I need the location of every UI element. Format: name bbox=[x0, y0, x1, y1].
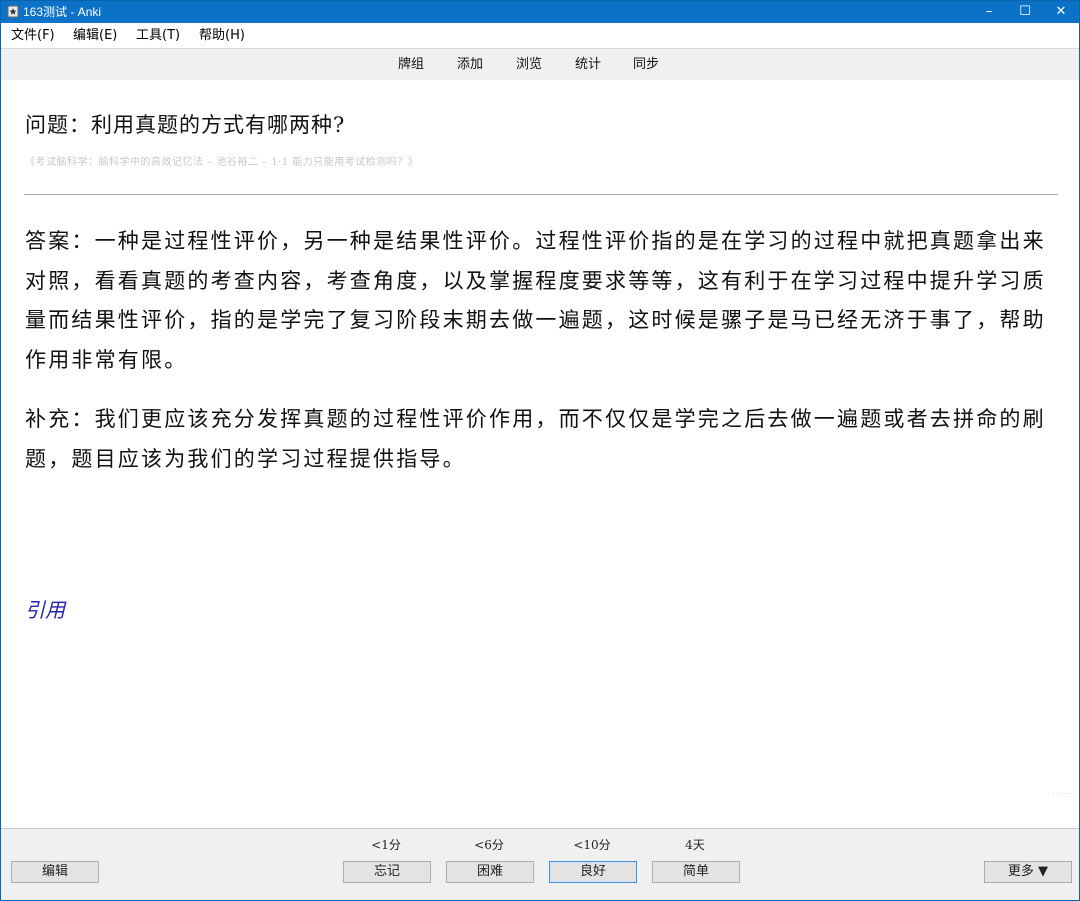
menu-help[interactable]: 帮助(H) bbox=[199, 27, 245, 45]
toolbar-browse[interactable]: 浏览 bbox=[516, 57, 542, 73]
toolbar-stats[interactable]: 统计 bbox=[575, 57, 601, 73]
main-toolbar: 牌组 添加 浏览 统计 同步 bbox=[1, 48, 1079, 81]
anki-app-icon bbox=[7, 5, 19, 18]
more-button[interactable]: 更多 ▼ bbox=[984, 861, 1072, 883]
card-view: 问题：利用真题的方式有哪两种? 《考试脑科学：脑科学中的高效记忆法 – 池谷裕二… bbox=[1, 80, 1079, 828]
minimize-button[interactable]: – bbox=[972, 1, 1006, 23]
resize-grip[interactable]: ..... bbox=[1052, 787, 1071, 797]
card-source: 《考试脑科学：脑科学中的高效记忆法 – 池谷裕二 – 1·1 能力只能用考试检测… bbox=[25, 157, 419, 168]
cite-link[interactable]: 引用 bbox=[25, 597, 65, 623]
menu-bar: 文件(F) 编辑(E) 工具(T) 帮助(H) bbox=[1, 23, 1079, 48]
toolbar-decks[interactable]: 牌组 bbox=[398, 57, 424, 73]
maximize-button[interactable]: ☐ bbox=[1008, 1, 1042, 23]
anki-window: 163测试 - Anki – ☐ ✕ 文件(F) 编辑(E) 工具(T) 帮助(… bbox=[0, 0, 1080, 901]
menu-edit[interactable]: 编辑(E) bbox=[73, 27, 117, 45]
menu-tools[interactable]: 工具(T) bbox=[136, 27, 180, 45]
interval-hard: <6分 bbox=[474, 838, 504, 852]
interval-again: <1分 bbox=[371, 838, 401, 852]
title-bar[interactable]: 163测试 - Anki – ☐ ✕ bbox=[1, 1, 1079, 23]
again-button[interactable]: 忘记 bbox=[343, 861, 431, 883]
interval-easy: 4天 bbox=[685, 838, 705, 852]
hard-button[interactable]: 困难 bbox=[446, 861, 534, 883]
menu-file[interactable]: 文件(F) bbox=[11, 27, 55, 45]
question-answer-divider bbox=[24, 194, 1058, 195]
card-question: 问题：利用真题的方式有哪两种? bbox=[25, 113, 346, 137]
card-answer: 答案：一种是过程性评价，另一种是结果性评价。过程性评价指的是在学习的过程中就把真… bbox=[25, 229, 1046, 372]
edit-button[interactable]: 编辑 bbox=[11, 861, 99, 883]
interval-good: <10分 bbox=[573, 838, 611, 852]
window-title: 163测试 - Anki bbox=[23, 5, 102, 19]
answer-bar: 编辑 <1分 <6分 <10分 4天 忘记 困难 良好 简单 更多 ▼ bbox=[1, 828, 1079, 900]
card-supplement: 补充：我们更应该充分发挥真题的过程性评价作用，而不仅仅是学完之后去做一遍题或者去… bbox=[25, 407, 1046, 471]
toolbar-add[interactable]: 添加 bbox=[457, 57, 483, 73]
easy-button[interactable]: 简单 bbox=[652, 861, 740, 883]
toolbar-sync[interactable]: 同步 bbox=[633, 57, 659, 73]
close-button[interactable]: ✕ bbox=[1044, 1, 1078, 23]
good-button[interactable]: 良好 bbox=[549, 861, 637, 883]
